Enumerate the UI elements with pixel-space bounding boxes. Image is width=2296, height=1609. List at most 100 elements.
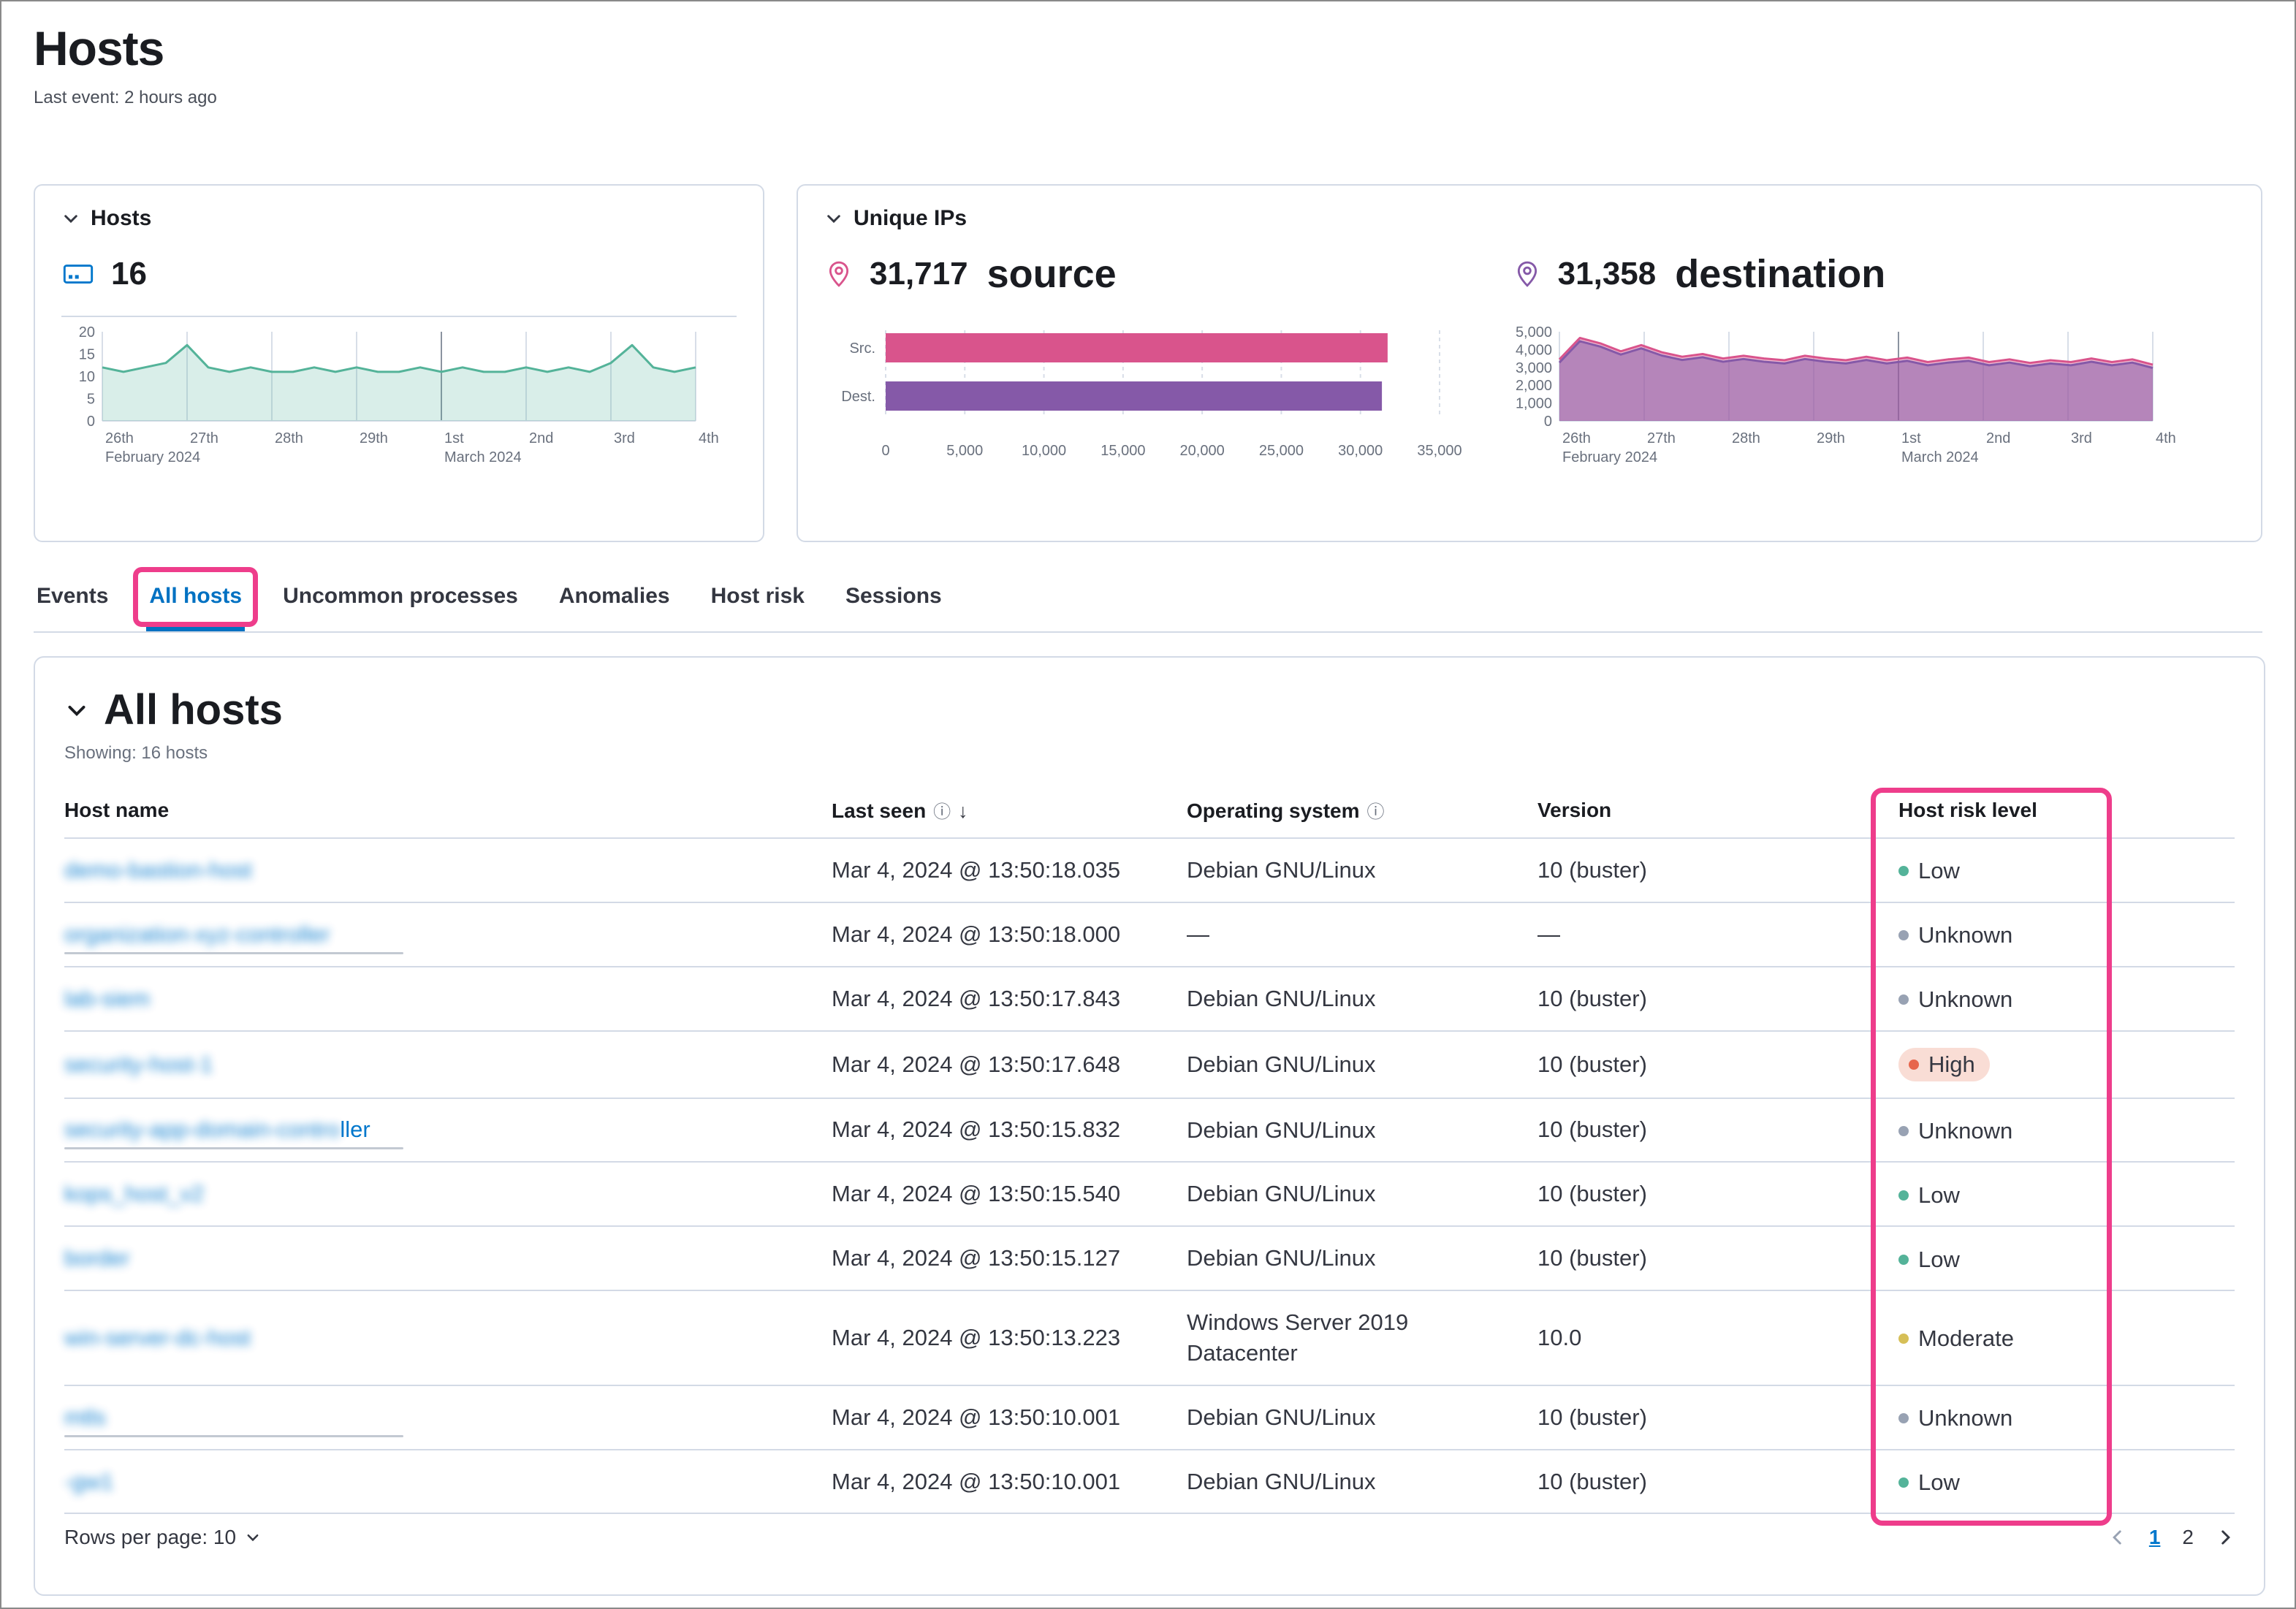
svg-text:27th: 27th: [1647, 430, 1676, 446]
map-pin-icon: [824, 259, 854, 289]
col-host-name[interactable]: Host name: [64, 797, 832, 839]
host-name-redacted: -gw1: [64, 1468, 114, 1494]
host-name-link[interactable]: lab-siem: [64, 986, 150, 1011]
risk-label: Low: [1918, 1246, 1960, 1272]
risk-label: Low: [1918, 858, 1960, 884]
host-name-cell: lab-siem: [64, 966, 832, 1032]
page-header: Hosts Last event: 2 hours ago: [34, 20, 217, 108]
svg-text:Src.: Src.: [849, 341, 875, 357]
col-last-seen[interactable]: Last seen ⓘ ↓: [832, 797, 1187, 839]
risk-label: High: [1928, 1051, 1975, 1077]
host-name-cell: border: [64, 1226, 832, 1292]
next-page-button[interactable]: [2216, 1528, 2235, 1547]
tab-events[interactable]: Events: [34, 566, 111, 631]
svg-text:15,000: 15,000: [1101, 443, 1145, 459]
risk-badge: Low: [1898, 858, 1960, 884]
sort-desc-icon[interactable]: ↓: [958, 800, 968, 822]
table-row: lab-siem Mar 4, 2024 @ 13:50:17.843 Debian…: [64, 966, 2235, 1032]
host-risk-cell: Unknown: [1898, 902, 2235, 967]
unique-ips-panel-header[interactable]: Unique IPs: [824, 206, 2235, 231]
risk-label: Low: [1918, 1469, 1960, 1496]
svg-text:0: 0: [87, 414, 95, 430]
last-seen-cell: Mar 4, 2024 @ 13:50:17.843: [832, 966, 1187, 1032]
operating-system-cell: Debian GNU/Linux: [1187, 1385, 1537, 1450]
operating-system-cell: Debian GNU/Linux: [1187, 1226, 1537, 1292]
unique-ips-panel-title: Unique IPs: [854, 206, 968, 230]
info-icon: ⓘ: [933, 802, 951, 822]
table-row: win-server-dc-host Mar 4, 2024 @ 13:50:13…: [64, 1290, 2235, 1386]
chevron-down-icon: [68, 705, 85, 716]
col-host-risk-level[interactable]: Host risk level: [1898, 797, 2235, 839]
tab-host-risk[interactable]: Host risk: [708, 566, 807, 631]
svg-text:29th: 29th: [1817, 430, 1845, 446]
all-hosts-heading[interactable]: All hosts: [64, 685, 2235, 734]
source-label: source: [987, 252, 1117, 296]
tab-uncommon-processes[interactable]: Uncommon processes: [280, 566, 521, 631]
chevron-right-icon: [2221, 1530, 2230, 1545]
tab-label: Events: [37, 584, 109, 608]
destination-label: destination: [1675, 252, 1886, 296]
svg-text:10: 10: [79, 369, 95, 385]
host-name-link[interactable]: organization-xyz-controller: [64, 921, 330, 947]
svg-text:4,000: 4,000: [1516, 342, 1552, 358]
risk-dot-icon: [1898, 866, 1909, 877]
page-2-button[interactable]: 2: [2182, 1526, 2194, 1549]
showing-count: Showing: 16 hosts: [64, 743, 208, 763]
svg-text:20: 20: [79, 324, 95, 341]
last-seen-cell: Mar 4, 2024 @ 13:50:13.223: [832, 1290, 1187, 1386]
rows-per-page-select[interactable]: Rows per page: 10: [64, 1526, 261, 1549]
risk-label: Low: [1918, 1182, 1960, 1208]
col-operating-system[interactable]: Operating system ⓘ: [1187, 797, 1537, 839]
host-name-cell: win-server-dc-host: [64, 1290, 832, 1386]
risk-dot-icon: [1898, 994, 1909, 1005]
svg-text:2nd: 2nd: [529, 430, 553, 446]
host-name-link[interactable]: -gw1: [64, 1469, 113, 1494]
last-seen-cell: Mar 4, 2024 @ 13:50:10.001: [832, 1385, 1187, 1450]
all-hosts-panel: All hosts Showing: 16 hosts Host name La…: [34, 656, 2265, 1596]
prev-page-button[interactable]: [2108, 1528, 2127, 1547]
host-name-link[interactable]: mtls: [64, 1404, 106, 1430]
host-name-link[interactable]: security-app-domain-controller: [64, 1117, 370, 1142]
tab-sessions[interactable]: Sessions: [843, 566, 945, 631]
version-cell: 10 (buster): [1537, 1098, 1898, 1163]
tab-label: Sessions: [845, 584, 942, 608]
redaction-line: [64, 1147, 403, 1150]
source-count: 31,717: [870, 256, 968, 292]
chevron-left-icon: [2112, 1530, 2121, 1545]
host-name-link[interactable]: border: [64, 1245, 130, 1271]
destination-stat: 31,358 destination: [1513, 251, 1886, 297]
info-icon: ⓘ: [1366, 802, 1385, 822]
tab-all-hosts[interactable]: All hosts: [133, 566, 258, 631]
risk-badge: Unknown: [1898, 1118, 2012, 1144]
redaction-line: [64, 951, 403, 954]
all-hosts-table: Host name Last seen ⓘ ↓ Operating system ⓘ …: [64, 797, 2235, 1515]
host-name-link[interactable]: kops_host_v2: [64, 1181, 204, 1206]
svg-text:29th: 29th: [360, 430, 388, 446]
host-name-link[interactable]: demo-bastion-host: [64, 857, 252, 883]
tab-anomalies[interactable]: Anomalies: [556, 566, 673, 631]
host-name-redacted: mtls: [64, 1404, 106, 1430]
svg-text:0: 0: [1544, 414, 1552, 430]
tab-bar: Events All hosts Uncommon processes Anom…: [34, 566, 2262, 633]
host-name-link[interactable]: win-server-dc-host: [64, 1325, 251, 1350]
svg-text:28th: 28th: [275, 430, 303, 446]
col-version[interactable]: Version: [1537, 797, 1898, 839]
host-name-link[interactable]: security-host-1: [64, 1051, 213, 1077]
table-row: kops_host_v2 Mar 4, 2024 @ 13:50:15.540 De…: [64, 1162, 2235, 1228]
operating-system-cell: Debian GNU/Linux: [1187, 1030, 1537, 1099]
svg-text:25,000: 25,000: [1259, 443, 1304, 459]
host-name-redacted: border: [64, 1245, 130, 1271]
svg-text:3,000: 3,000: [1516, 360, 1552, 376]
page-1-button[interactable]: 1: [2149, 1526, 2161, 1549]
host-name-redacted: demo-bastion-host: [64, 856, 252, 883]
hosts-panel-header[interactable]: Hosts: [61, 206, 737, 231]
storage-icon: [63, 265, 94, 284]
host-risk-cell: Unknown: [1898, 1385, 2235, 1450]
risk-label: Moderate: [1918, 1325, 2014, 1352]
version-cell: 10 (buster): [1537, 1030, 1898, 1099]
source-stat: 31,717 source: [824, 251, 1117, 297]
svg-text:3rd: 3rd: [614, 430, 635, 446]
host-name-cell: mtls: [64, 1385, 832, 1450]
risk-dot-icon: [1909, 1059, 1919, 1070]
chevron-down-icon: [247, 1534, 259, 1542]
